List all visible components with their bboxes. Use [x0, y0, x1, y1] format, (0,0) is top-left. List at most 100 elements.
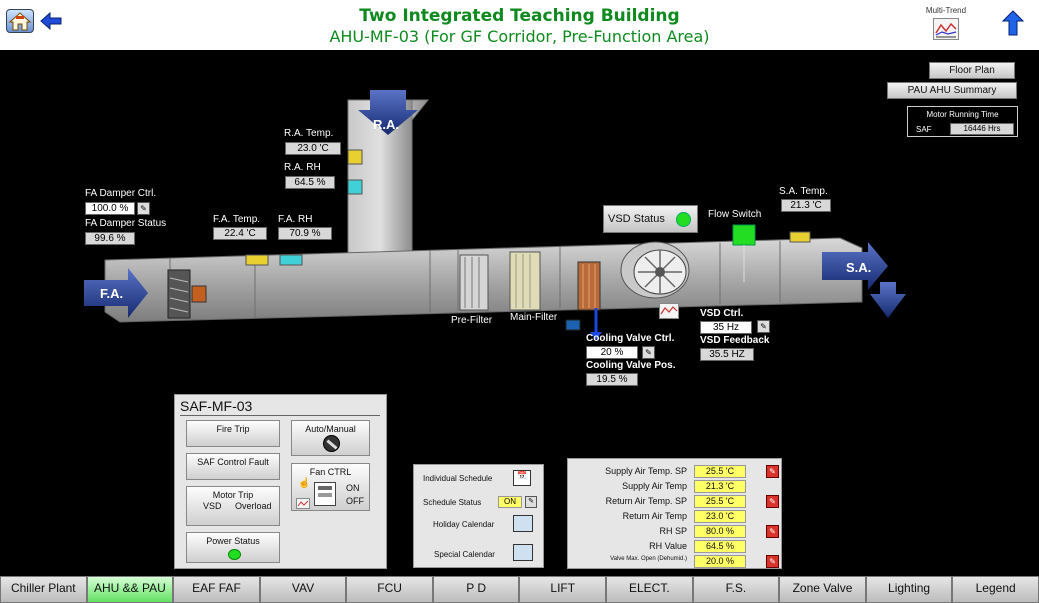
multi-trend-icon[interactable]	[933, 18, 959, 40]
setpoint-value: 21.3 'C	[694, 480, 746, 493]
power-status-label: Power Status	[206, 536, 260, 546]
ra-arrow-label: R.A.	[373, 117, 399, 132]
fa-arrow-label: F.A.	[100, 286, 124, 301]
vsd-trend-icon[interactable]	[659, 303, 679, 319]
nav-tab[interactable]: Chiller Plant	[0, 576, 87, 603]
saf-control-fault-tile: SAF Control Fault	[186, 453, 280, 480]
fa-temp-label: F.A. Temp.	[213, 214, 261, 225]
vsd-feedback-label: VSD Feedback	[700, 335, 770, 346]
setpoint-label: Return Air Temp. SP	[605, 496, 687, 506]
vsd-status-indicator	[676, 212, 691, 227]
setpoint-value[interactable]: 20.0 %	[694, 555, 746, 568]
nav-tab[interactable]: Zone Valve	[779, 576, 866, 603]
page-subtitle: AHU-MF-03 (For GF Corridor, Pre-Function…	[329, 27, 710, 46]
fan-trend-icon[interactable]	[296, 498, 310, 509]
schedule-status-edit-icon[interactable]: ✎	[525, 496, 537, 508]
main-filter-graphic	[509, 251, 541, 311]
motor-trip-tile: Motor Trip VSD Overload	[186, 486, 280, 526]
vsd-status-label: VSD Status	[608, 213, 665, 225]
fan-on-label[interactable]: ON	[346, 483, 360, 493]
individual-schedule-icon[interactable]: 📅	[513, 470, 531, 486]
power-status-tile: Power Status	[186, 532, 280, 563]
vsd-ctrl-label: VSD Ctrl.	[700, 308, 744, 319]
fa-rh-label: F.A. RH	[278, 214, 313, 225]
setpoint-value: 23.0 'C	[694, 510, 746, 523]
auto-manual-label: Auto/Manual	[305, 424, 356, 434]
nav-tab[interactable]: Lighting	[865, 576, 953, 603]
multi-trend-label: Multi-Trend	[925, 6, 967, 15]
pre-filter-label: Pre-Filter	[451, 315, 493, 326]
setpoint-edit-icon[interactable]: ✎	[766, 495, 779, 508]
vsd-ctrl-value[interactable]: 35 Hz	[700, 321, 752, 334]
cooling-valve-edit-icon[interactable]: ✎	[642, 346, 655, 359]
setpoint-edit-icon[interactable]: ✎	[766, 465, 779, 478]
special-calendar-icon[interactable]	[513, 544, 533, 561]
saf-panel-title: SAF-MF-03	[180, 398, 253, 414]
cooling-valve-ctrl-label: Cooling Valve Ctrl.	[586, 333, 675, 344]
vsd-ctrl-edit-icon[interactable]: ✎	[757, 320, 770, 333]
fa-rh-sensor	[279, 254, 303, 266]
setpoint-label: RH SP	[659, 526, 687, 536]
setpoint-label: RH Value	[649, 541, 687, 551]
holiday-calendar-icon[interactable]	[513, 515, 533, 532]
nav-tab[interactable]: EAF FAF	[173, 576, 260, 603]
nav-tab[interactable]: AHU && PAU	[86, 576, 174, 603]
cooling-valve-pos-label: Cooling Valve Pos.	[586, 360, 676, 371]
sa-temp-value: 21.3 'C	[781, 199, 831, 212]
fa-damper-ctrl-value[interactable]: 100.0 %	[85, 202, 135, 215]
ra-rh-value: 64.5 %	[285, 176, 335, 189]
setpoint-label: Supply Air Temp	[622, 481, 687, 491]
setpoint-value[interactable]: 25.5 'C	[694, 465, 746, 478]
fan-off-label[interactable]: OFF	[346, 496, 364, 506]
fa-temp-value: 22.4 'C	[213, 227, 267, 240]
fan-ctrl-switch-icon[interactable]	[314, 482, 336, 506]
main-filter-label: Main-Filter	[510, 312, 558, 323]
setpoint-value: 64.5 %	[694, 540, 746, 553]
vsd-feedback-value: 35.5 HZ	[700, 348, 754, 361]
fan-ctrl-tile: Fan CTRL ☝ ON OFF	[291, 463, 370, 511]
individual-schedule-label: Individual Schedule	[423, 474, 493, 483]
setpoint-value[interactable]: 80.0 %	[694, 525, 746, 538]
setpoints-panel: Supply Air Temp. SP 25.5 'C ✎ Supply Air Te…	[567, 458, 782, 569]
setpoint-value[interactable]: 25.5 'C	[694, 495, 746, 508]
fan-ctrl-label: Fan CTRL	[309, 467, 352, 477]
fire-trip-tile: Fire Trip	[186, 420, 280, 447]
setpoint-label: Valve Max. Open (Dehumid.)	[610, 556, 687, 562]
up-arrow-icon[interactable]	[1001, 10, 1025, 36]
setpoint-label: Return Air Temp	[622, 511, 687, 521]
nav-tab[interactable]: ELECT.	[606, 576, 693, 603]
motor-trip-vsd-label: VSD	[203, 501, 222, 511]
nav-tab[interactable]: LIFT	[519, 576, 607, 603]
bottom-navigation: Chiller Plant AHU && PAU EAF FAF VAV FCU P DL…	[0, 576, 1039, 603]
special-calendar-label: Special Calendar	[434, 550, 495, 559]
cooling-valve-ctrl-value[interactable]: 20 %	[586, 346, 638, 359]
nav-tab[interactable]: VAV	[259, 576, 347, 603]
schedule-status-label: Schedule Status	[423, 498, 482, 507]
auto-manual-switch-icon[interactable]	[323, 435, 340, 452]
ra-rh-label: R.A. RH	[284, 162, 321, 173]
cooling-valve-pos-value: 19.5 %	[586, 373, 638, 386]
nav-tab[interactable]: Legend	[952, 576, 1039, 603]
schedule-status-value[interactable]: ON	[498, 496, 522, 508]
fa-damper-ctrl-label: FA Damper Ctrl.	[85, 188, 157, 199]
header-bar: Two Integrated Teaching Building AHU-MF-…	[0, 0, 1039, 50]
auto-manual-tile[interactable]: Auto/Manual	[291, 420, 370, 456]
fire-trip-label: Fire Trip	[216, 424, 250, 434]
saf-control-fault-label: SAF Control Fault	[197, 457, 269, 467]
saf-panel: SAF-MF-03 Fire Trip SAF Control Fault Mo…	[174, 394, 387, 569]
nav-tab[interactable]: F.S.	[692, 576, 780, 603]
holiday-calendar-label: Holiday Calendar	[433, 520, 495, 529]
motor-trip-overload-label: Overload	[235, 501, 272, 511]
fa-damper-ctrl-edit-icon[interactable]: ✎	[137, 202, 150, 215]
fan-ctrl-hand-icon[interactable]: ☝	[298, 478, 310, 489]
vsd-status-box: VSD Status	[603, 205, 698, 233]
nav-tab[interactable]: P D	[432, 576, 520, 603]
flow-switch-indicator	[732, 224, 756, 246]
setpoint-edit-icon[interactable]: ✎	[766, 525, 779, 538]
nav-tab[interactable]: FCU	[346, 576, 433, 603]
fa-damper-status-value: 99.6 %	[85, 232, 135, 245]
saf-title-divider	[180, 415, 380, 416]
setpoint-edit-icon[interactable]: ✎	[766, 555, 779, 568]
fa-rh-value: 70.9 %	[278, 227, 332, 240]
ra-temp-value: 23.0 'C	[285, 142, 341, 155]
